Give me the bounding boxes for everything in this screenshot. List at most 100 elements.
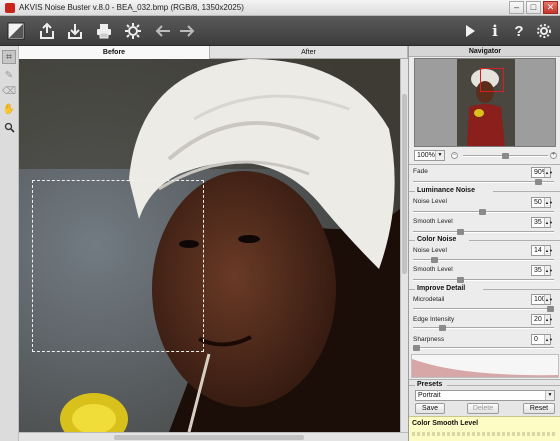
reset-button[interactable]: Reset: [523, 403, 555, 414]
settings-icon[interactable]: [533, 20, 555, 42]
luminance-smooth-level-field[interactable]: 35 ▲▼: [531, 217, 553, 228]
image-canvas[interactable]: [19, 59, 400, 432]
delete-preset-button[interactable]: Delete: [467, 403, 499, 414]
zoom-out-button[interactable]: −: [451, 152, 458, 159]
divider: [447, 385, 560, 386]
horizontal-scroll-thumb[interactable]: [114, 435, 304, 440]
luminance-noise-level-field[interactable]: 50 ▲▼: [531, 197, 553, 208]
luminance-noise-level-value: 50: [534, 199, 542, 206]
spin-arrows-icon: ▲▼: [544, 246, 553, 255]
edge-intensity-track[interactable]: [413, 327, 554, 329]
help-icon[interactable]: ?: [508, 20, 530, 42]
edge-intensity-value: 20: [534, 316, 542, 323]
color-noise-level-field[interactable]: 14 ▲▼: [531, 245, 553, 256]
vertical-scrollbar[interactable]: [400, 59, 408, 432]
sharpness-knob[interactable]: [413, 345, 420, 351]
run-icon[interactable]: [459, 20, 481, 42]
zoom-in-button[interactable]: +: [550, 152, 557, 159]
zoom-icon[interactable]: [2, 120, 16, 134]
microdetail-track[interactable]: [413, 308, 554, 310]
microdetail-knob[interactable]: [547, 306, 554, 312]
settings-panel: Navigator 100% ▼ − + Fade 90% ▲▼ Luminan…: [408, 46, 560, 441]
open-icon[interactable]: [36, 20, 58, 42]
window-controls: – □ ✕: [509, 1, 558, 14]
edge-intensity-field[interactable]: 20 ▲▼: [531, 314, 553, 325]
sharpness-value: 0: [534, 336, 538, 343]
color-smooth-level-knob[interactable]: [457, 277, 464, 283]
spin-arrows-icon: ▲▼: [544, 266, 553, 275]
zoom-value: 100%: [417, 152, 435, 159]
microdetail-label: Microdetail: [413, 296, 445, 303]
divider: [409, 385, 415, 386]
divider: [483, 289, 560, 290]
microdetail-field[interactable]: 100 ▲▼: [531, 294, 553, 305]
help-title: Color Smooth Level: [412, 420, 479, 427]
save-icon[interactable]: [64, 20, 86, 42]
fade-slider-knob[interactable]: [535, 179, 542, 185]
horizontal-scrollbar[interactable]: [19, 432, 408, 441]
before-after-icon[interactable]: [5, 20, 27, 42]
hand-icon[interactable]: ✋: [2, 102, 16, 116]
color-smooth-level-track[interactable]: [413, 279, 554, 281]
detail-section-title: Improve Detail: [417, 285, 466, 292]
zoom-slider-knob[interactable]: [502, 153, 509, 159]
luminance-noise-level-label: Noise Level: [413, 198, 447, 205]
fragment-selection[interactable]: [32, 180, 204, 352]
sharpness-label: Sharpness: [413, 336, 445, 343]
title-bar: AKVIS Noise Buster v.8.0 - BEA_032.bmp (…: [0, 0, 560, 16]
divider: [409, 164, 560, 165]
color-smooth-level-value: 35: [534, 267, 542, 274]
spin-arrows-icon: ▲▼: [544, 295, 553, 304]
edge-intensity-label: Edge Intensity: [413, 316, 455, 323]
fade-label: Fade: [413, 168, 428, 175]
spin-arrows-icon: ▲▼: [544, 218, 553, 227]
color-noise-level-value: 14: [534, 247, 542, 254]
tab-before[interactable]: Before: [19, 46, 210, 59]
tab-after[interactable]: After: [210, 46, 408, 59]
color-smooth-level-field[interactable]: 35 ▲▼: [531, 265, 553, 276]
view-tabs: Before After: [19, 46, 408, 59]
luminance-smooth-level-knob[interactable]: [457, 229, 464, 235]
sharpness-field[interactable]: 0 ▲▼: [531, 334, 553, 345]
color-noise-level-knob[interactable]: [431, 257, 438, 263]
minimize-button[interactable]: –: [509, 1, 524, 14]
preset-select[interactable]: Portrait ▼: [415, 390, 555, 401]
vertical-scroll-thumb[interactable]: [402, 94, 407, 274]
luminance-smooth-level-track[interactable]: [413, 231, 554, 233]
app-logo-icon: [5, 2, 15, 13]
close-button[interactable]: ✕: [543, 1, 558, 14]
chevron-down-icon: ▼: [435, 151, 444, 160]
zoom-row: 100% ▼ − +: [414, 150, 557, 162]
fragment-tool-icon[interactable]: ⌗: [2, 50, 16, 64]
correction-brush-icon[interactable]: ✎: [2, 68, 16, 82]
zoom-select[interactable]: 100% ▼: [414, 150, 445, 161]
curve-preview: [411, 354, 559, 378]
fade-value-field[interactable]: 90% ▲▼: [531, 167, 553, 178]
spin-arrows-icon: ▲▼: [544, 198, 553, 207]
sharpness-track[interactable]: [413, 347, 554, 349]
luminance-smooth-level-label: Smooth Level: [413, 218, 453, 225]
spin-arrows-icon: ▲▼: [544, 168, 553, 177]
redo-icon[interactable]: [176, 20, 198, 42]
navigator-view-frame[interactable]: [480, 68, 504, 92]
navigator-preview[interactable]: [414, 58, 556, 147]
maximize-button[interactable]: □: [526, 1, 541, 14]
eraser-icon[interactable]: ⌫: [2, 84, 16, 98]
edge-intensity-knob[interactable]: [439, 325, 446, 331]
color-section-title: Color Noise: [417, 236, 457, 243]
save-preset-button[interactable]: Save: [415, 403, 445, 414]
batch-icon[interactable]: [122, 20, 144, 42]
help-panel: Color Smooth Level: [409, 416, 560, 441]
color-smooth-level-label: Smooth Level: [413, 266, 453, 273]
luminance-noise-level-knob[interactable]: [479, 209, 486, 215]
fade-slider-track[interactable]: [413, 181, 554, 183]
divider: [493, 191, 560, 192]
luminance-section-title: Luminance Noise: [417, 187, 475, 194]
luminance-smooth-level-value: 35: [534, 219, 542, 226]
info-icon[interactable]: i: [484, 20, 506, 42]
help-text-placeholder: [412, 432, 557, 436]
preset-value: Portrait: [418, 392, 441, 399]
undo-icon[interactable]: [152, 20, 174, 42]
print-icon[interactable]: [93, 20, 115, 42]
divider: [409, 240, 415, 241]
